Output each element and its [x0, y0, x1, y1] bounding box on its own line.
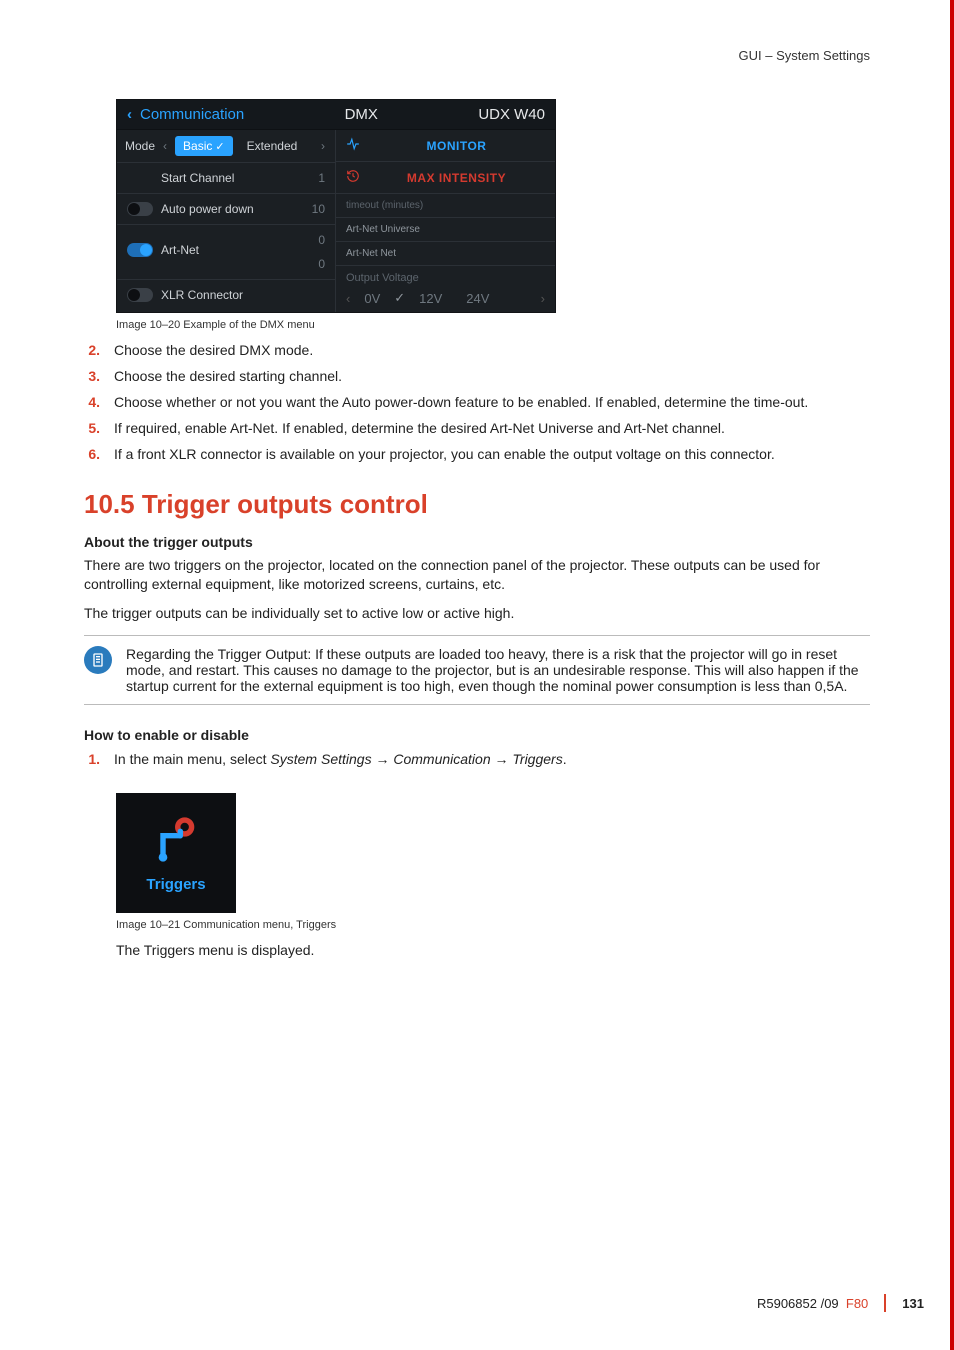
max-intensity-label: MAX INTENSITY	[368, 171, 545, 185]
dmx-right-pane: MONITOR MAX INTENSITY timeout (minutes) …	[336, 130, 555, 312]
step-text: If required, enable Art-Net. If enabled,…	[114, 419, 870, 438]
about-paragraph-1: There are two triggers on the projector,…	[84, 556, 870, 594]
dmx-menu-figure: ‹ Communication DMX UDX W40 Mode ‹ Basic…	[116, 99, 870, 313]
start-channel-row[interactable]: Start Channel 1	[117, 163, 335, 194]
max-intensity-row[interactable]: MAX INTENSITY	[336, 162, 555, 194]
start-channel-value: 1	[305, 171, 325, 185]
triggers-tile-label: Triggers	[146, 876, 205, 893]
back-chevron-icon[interactable]: ‹	[127, 106, 132, 123]
triggers-result-text: The Triggers menu is displayed.	[116, 941, 870, 960]
page-footer: R5906852 /09 F80 131	[757, 1294, 924, 1312]
figure-caption-1021: Image 10–21 Communication menu, Triggers	[116, 919, 870, 931]
artnet-row: Art-Net 0 0	[117, 225, 335, 280]
auto-power-down-row: Auto power down 10	[117, 194, 335, 225]
check-icon: ✓	[394, 290, 405, 306]
artnet-toggle[interactable]	[127, 243, 153, 257]
monitor-label: MONITOR	[368, 139, 545, 153]
mode-next-icon[interactable]: ›	[319, 139, 327, 153]
artnet-net-label: Art-Net Net	[336, 242, 555, 266]
dmx-titlebar: ‹ Communication DMX UDX W40	[117, 100, 555, 130]
step-number: 6.	[84, 445, 100, 464]
step-number: 4.	[84, 393, 100, 412]
history-icon	[346, 169, 360, 186]
ov-12v-option[interactable]: 12V	[419, 291, 442, 306]
output-voltage-label: Output Voltage	[346, 272, 545, 284]
timeout-label: timeout (minutes)	[336, 194, 555, 218]
note-text: Regarding the Trigger Output: If these o…	[126, 646, 870, 694]
step-text: Choose the desired starting channel.	[114, 367, 870, 386]
artnet-universe-label: Art-Net Universe	[336, 218, 555, 242]
dmx-steps-list: 2. Choose the desired DMX mode. 3. Choose …	[84, 341, 870, 463]
menu-path: System Settings → Communication → Trigge…	[270, 751, 562, 767]
mode-label: Mode	[125, 139, 155, 153]
mode-row: Mode ‹ Basic Extended ›	[117, 130, 335, 163]
ov-prev-icon[interactable]: ‹	[346, 291, 350, 306]
note-box: Regarding the Trigger Output: If these o…	[84, 635, 870, 705]
start-channel-label: Start Channel	[161, 171, 234, 185]
figure-caption-1020: Image 10–20 Example of the DMX menu	[116, 319, 870, 331]
titlebar-model: UDX W40	[478, 106, 545, 123]
xlr-toggle[interactable]	[127, 288, 153, 302]
xlr-row: XLR Connector	[117, 280, 335, 310]
step1-pre: In the main menu, select	[114, 751, 270, 767]
ov-0v-option[interactable]: 0V	[364, 291, 380, 306]
dmx-menu-panel: ‹ Communication DMX UDX W40 Mode ‹ Basic…	[116, 99, 556, 313]
artnet-label: Art-Net	[161, 243, 199, 257]
auto-power-down-toggle[interactable]	[127, 202, 153, 216]
dmx-left-pane: Mode ‹ Basic Extended › Start Channel 1 …	[117, 130, 336, 312]
about-paragraph-2: The trigger outputs can be individually …	[84, 604, 870, 623]
step1-post: .	[563, 751, 567, 767]
monitor-row[interactable]: MONITOR	[336, 130, 555, 162]
footer-model: F80	[846, 1296, 868, 1311]
auto-power-down-label: Auto power down	[161, 202, 254, 216]
artnet-net-value: 0	[305, 257, 325, 271]
footer-page-number: 131	[902, 1296, 924, 1311]
triggers-tile[interactable]: Triggers	[116, 793, 236, 913]
step-text: In the main menu, select System Settings…	[114, 750, 870, 769]
breadcrumb-communication[interactable]: Communication	[140, 106, 244, 123]
activity-icon	[346, 137, 360, 154]
page-section-header: GUI – System Settings	[84, 48, 870, 63]
mode-extended-option[interactable]: Extended	[239, 136, 306, 156]
mode-basic-option[interactable]: Basic	[175, 136, 233, 156]
triggers-icon	[150, 814, 202, 866]
step-number: 2.	[84, 341, 100, 360]
artnet-universe-value: 0	[305, 233, 325, 247]
xlr-label: XLR Connector	[161, 288, 243, 302]
ov-next-icon[interactable]: ›	[541, 291, 545, 306]
step-text: Choose whether or not you want the Auto …	[114, 393, 870, 412]
right-red-bar	[950, 0, 954, 1350]
footer-separator	[884, 1294, 886, 1312]
step-number: 5.	[84, 419, 100, 438]
mode-basic-label: Basic	[183, 139, 212, 153]
trigger-steps-list: 1. In the main menu, select System Setti…	[84, 750, 870, 769]
step-number: 3.	[84, 367, 100, 386]
section-10-5-title: 10.5 Trigger outputs control	[84, 489, 870, 520]
how-to-heading: How to enable or disable	[84, 727, 870, 743]
titlebar-center: DMX	[345, 106, 378, 123]
mode-prev-icon[interactable]: ‹	[161, 139, 169, 153]
footer-doc-id: R5906852 /09	[757, 1296, 839, 1311]
step-text: If a front XLR connector is available on…	[114, 445, 870, 464]
step-text: Choose the desired DMX mode.	[114, 341, 870, 360]
output-voltage-row: Output Voltage ‹ 0V ✓ 12V 24V ›	[336, 266, 555, 312]
about-heading: About the trigger outputs	[84, 534, 870, 550]
note-icon	[84, 646, 112, 674]
step-number: 1.	[84, 750, 100, 769]
auto-power-down-value: 10	[305, 202, 325, 216]
ov-24v-option[interactable]: 24V	[466, 291, 489, 306]
